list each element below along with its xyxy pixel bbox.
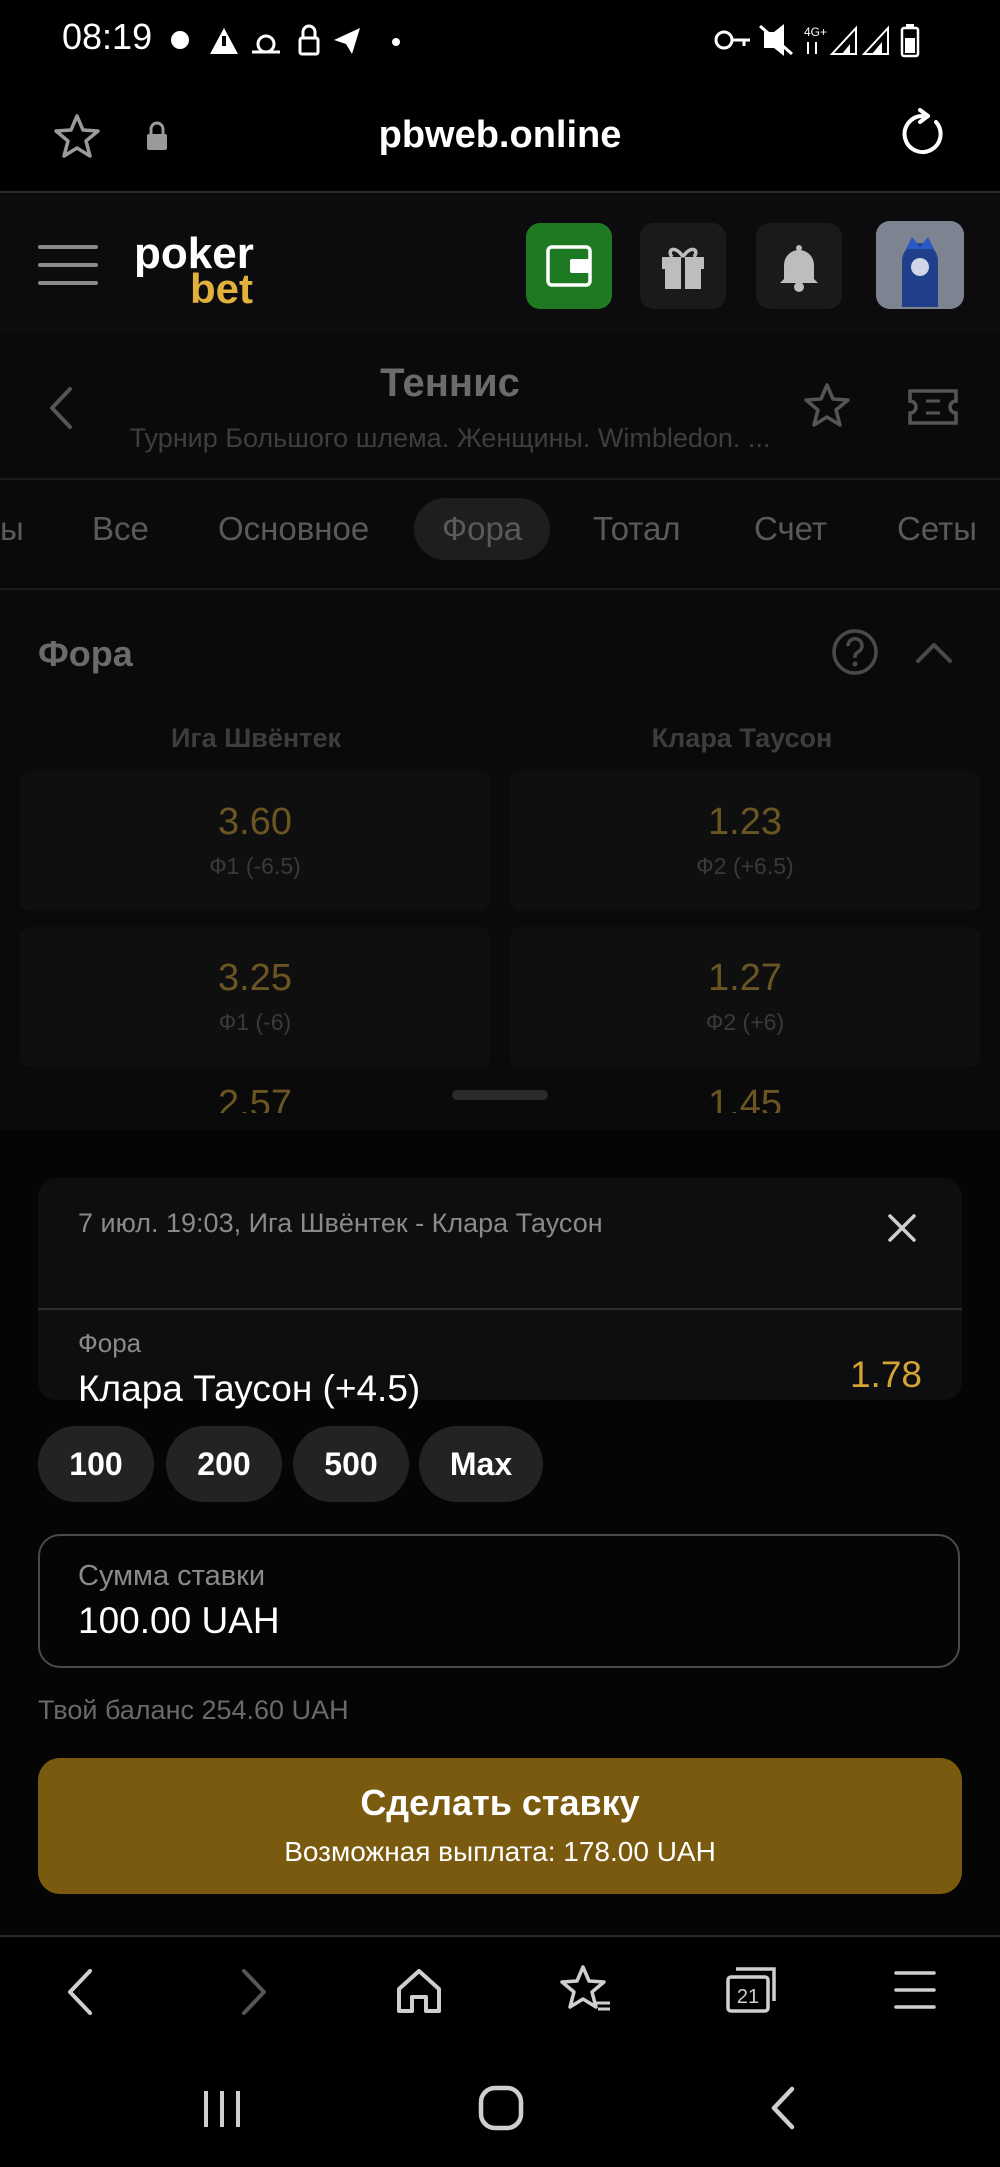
odd-label: Ф1 (-6.5)	[209, 853, 301, 879]
odd-value: 2.57	[218, 1083, 292, 1113]
odd-cell[interactable]: 3.25 Ф1 (-6)	[20, 927, 490, 1067]
odd-value: 1.27	[708, 957, 782, 999]
tab-all[interactable]: Все	[92, 510, 149, 548]
bell-icon	[780, 245, 818, 292]
gift-button[interactable]	[640, 223, 726, 309]
stake-amount-label: Сумма ставки	[78, 1560, 266, 1592]
site-header: poker bet	[0, 193, 1000, 333]
home-circle-icon[interactable]	[478, 2085, 524, 2131]
bet-card: 7 июл. 19:03, Ига Швёнтек - Клара Таусон…	[38, 1178, 962, 1409]
market-title: Фора	[38, 633, 133, 674]
sport-title: Теннис	[380, 361, 520, 405]
bookmarks-icon[interactable]	[558, 1963, 612, 2017]
odd-value: 3.25	[218, 957, 292, 999]
odd-cell[interactable]: 1.27 Ф2 (+6)	[510, 927, 980, 1067]
tab-handicap[interactable]: Фора	[414, 498, 551, 560]
recents-icon[interactable]	[200, 2087, 244, 2131]
favorite-star-icon[interactable]	[802, 381, 852, 431]
network-type-label: 4G+	[804, 25, 827, 39]
tab-main[interactable]: Основное	[218, 510, 369, 548]
wallet-icon	[546, 245, 592, 287]
bet-event-line: 7 июл. 19:03, Ига Швёнтек - Клара Таусон	[78, 1208, 603, 1238]
place-bet-label: Сделать ставку	[360, 1782, 640, 1823]
back-icon[interactable]	[62, 1967, 98, 2017]
collapse-chevron-icon[interactable]	[914, 639, 954, 665]
browser-toolbar: 21	[0, 1935, 1000, 2049]
drag-handle[interactable]	[452, 1090, 548, 1100]
possible-payout: Возможная выплата: 178.00 UAH	[284, 1836, 716, 1867]
tab-count: 21	[737, 1986, 759, 2008]
bet-market-type: Фора	[78, 1328, 142, 1358]
bet-slip: 7 июл. 19:03, Ига Швёнтек - Клара Таусон…	[0, 1090, 1000, 1935]
notifications-button[interactable]	[756, 223, 842, 309]
browser-menu-icon[interactable]	[894, 1969, 936, 2011]
stake-amount-field[interactable]: Сумма ставки	[38, 1534, 960, 1668]
odd-cell[interactable]: 3.60 Ф1 (-6.5)	[20, 771, 490, 911]
bet-selection: Клара Таусон (+4.5)	[78, 1368, 421, 1409]
close-icon[interactable]	[884, 1210, 920, 1246]
avatar-icon	[876, 221, 964, 309]
ticket-icon[interactable]	[906, 387, 960, 427]
gift-icon	[662, 247, 704, 289]
quick-amount-200[interactable]: 200	[166, 1426, 282, 1502]
menu-icon[interactable]	[38, 243, 98, 287]
odd-value: 1.23	[708, 801, 782, 843]
tournament-name: Турнир Большого шлема. Женщины. Wimbledo…	[129, 423, 771, 453]
help-icon[interactable]	[830, 627, 880, 677]
notification-icons	[166, 22, 406, 58]
logo-text-bottom: bet	[190, 265, 253, 312]
system-back-icon[interactable]	[766, 2085, 800, 2131]
quick-amount-500[interactable]: 500	[293, 1426, 409, 1502]
odd-label: Ф1 (-6)	[218, 1009, 292, 1035]
browser-url-bar: pbweb.online	[0, 78, 1000, 193]
player-2-name: Клара Таусон	[651, 723, 833, 753]
quick-amount-max[interactable]: Max	[419, 1426, 543, 1502]
user-avatar[interactable]	[876, 221, 964, 309]
market-tabs: ы Все Основное Фора Тотал Счет Сеты	[0, 478, 1000, 590]
tab-score[interactable]: Счет	[754, 510, 827, 548]
url-text[interactable]: pbweb.online	[0, 114, 1000, 157]
odd-cell[interactable]: 1.23 Ф2 (+6.5)	[510, 771, 980, 911]
stake-amount-input[interactable]	[78, 1600, 778, 1642]
home-icon[interactable]	[394, 1965, 444, 2015]
balance-text: Твой баланс 254.60 UAH	[38, 1695, 349, 1725]
tabs-icon[interactable]: 21	[724, 1965, 778, 2015]
odd-label: Ф2 (+6.5)	[696, 853, 794, 879]
reload-icon[interactable]	[896, 108, 948, 160]
odd-value: 1.45	[708, 1083, 782, 1113]
bet-odd: 1.78	[849, 1354, 922, 1395]
player-1-name: Ига Швёнтек	[171, 723, 341, 753]
divider	[38, 1308, 962, 1310]
tab-total[interactable]: Тотал	[593, 510, 681, 548]
odd-label: Ф2 (+6)	[705, 1009, 785, 1035]
status-time: 08:19	[62, 16, 153, 57]
system-nav-bar	[0, 2047, 1000, 2167]
quick-amount-100[interactable]: 100	[38, 1426, 154, 1502]
wallet-button[interactable]	[526, 223, 612, 309]
system-icons: 4G+	[712, 20, 942, 60]
status-bar: 08:19 4G+	[0, 0, 1000, 78]
tab-sets[interactable]: Сеты	[897, 510, 977, 548]
place-bet-button[interactable]: Сделать ставку Возможная выплата: 178.00…	[38, 1758, 962, 1894]
odd-value: 3.60	[218, 801, 292, 843]
tab-previous[interactable]: ы	[0, 510, 24, 548]
pokerbet-logo[interactable]: poker bet	[134, 229, 274, 319]
forward-icon[interactable]	[236, 1967, 272, 2017]
